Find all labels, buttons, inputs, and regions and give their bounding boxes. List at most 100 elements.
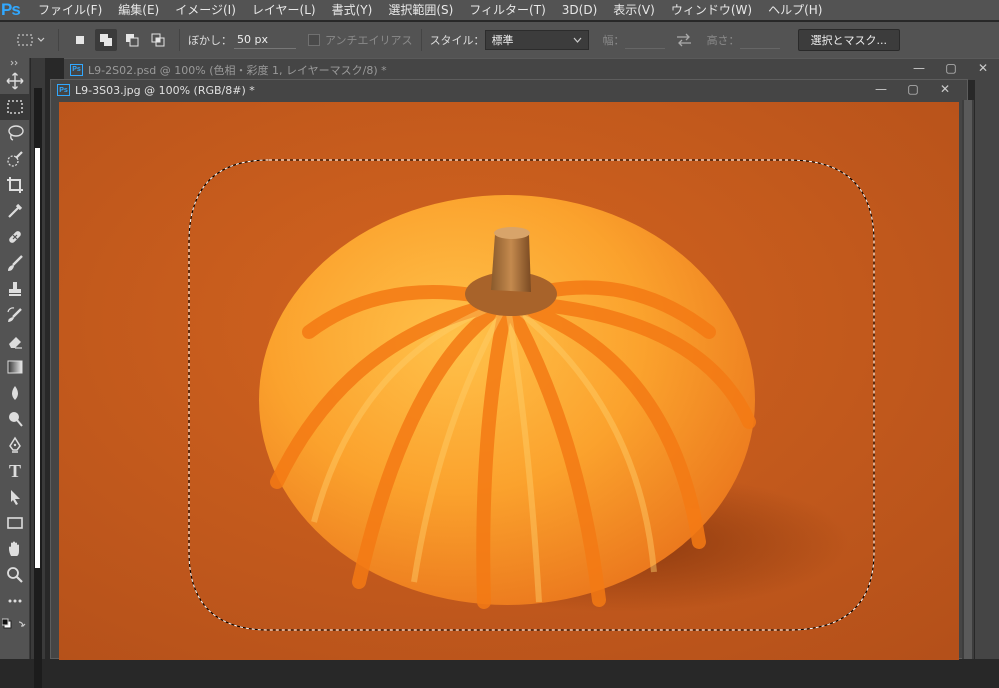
- vertical-scrollbar[interactable]: [962, 100, 974, 659]
- tool-rectangular-marquee[interactable]: [0, 94, 30, 120]
- tool-clone-stamp[interactable]: [0, 276, 30, 302]
- gradient-icon: [7, 360, 23, 374]
- tool-healing-brush[interactable]: [0, 224, 30, 250]
- rectangular-marquee-icon: [7, 100, 23, 114]
- panel-collapse-handle[interactable]: [0, 58, 29, 68]
- menu-layer[interactable]: レイヤー(L): [244, 0, 324, 20]
- width-input[interactable]: [624, 31, 665, 49]
- lasso-icon: [8, 125, 24, 141]
- menu-edit[interactable]: 編集(E): [110, 0, 167, 20]
- style-value: 標準: [491, 34, 514, 47]
- tool-path-selection[interactable]: [0, 484, 30, 510]
- tool-pen[interactable]: [0, 432, 30, 458]
- tool-preset-picker[interactable]: [14, 29, 48, 51]
- height-label: 高さ：: [706, 34, 740, 47]
- hand-icon: [9, 541, 19, 556]
- height-input[interactable]: [739, 31, 780, 49]
- menu-file[interactable]: ファイル(F): [24, 0, 110, 20]
- workspace-gap: [31, 58, 45, 688]
- subtract-from-selection-button[interactable]: [121, 29, 143, 51]
- tool-brush[interactable]: [0, 250, 30, 276]
- background-canvas-highlight: [35, 148, 40, 568]
- chevron-down-icon: [573, 37, 582, 43]
- menu-type[interactable]: 書式(Y): [324, 0, 381, 20]
- antialias-label: アンチエイリアス: [325, 34, 413, 47]
- tool-crop[interactable]: [0, 172, 30, 198]
- tool-dodge[interactable]: [0, 406, 30, 432]
- feather-input[interactable]: 50 px: [234, 31, 296, 49]
- maximize-button[interactable]: ▢: [935, 59, 967, 77]
- tools-panel: T: [0, 58, 30, 659]
- path-selection-icon: [11, 490, 20, 505]
- tool-type[interactable]: T: [0, 458, 30, 484]
- maximize-button[interactable]: ▢: [897, 80, 929, 98]
- close-button[interactable]: ✕: [967, 59, 999, 77]
- color-swatches[interactable]: [0, 614, 30, 640]
- subtract-from-selection-icon: [126, 34, 139, 47]
- marquee-preset-icon: [17, 34, 45, 46]
- tool-more[interactable]: [0, 588, 30, 614]
- intersect-selection-button[interactable]: [147, 29, 169, 51]
- minimize-button[interactable]: —: [865, 80, 897, 98]
- more-tools-icon: [8, 599, 22, 603]
- select-and-mask-button[interactable]: 選択とマスク...: [797, 29, 901, 51]
- document-titlebar[interactable]: Ps L9-3S03.jpg @ 100% (RGB/8#) * — ▢ ✕: [51, 80, 967, 100]
- tool-history-brush[interactable]: [0, 302, 30, 328]
- minimize-button[interactable]: —: [903, 59, 935, 77]
- ps-document-icon: Ps: [70, 63, 83, 76]
- rectangle-icon: [7, 517, 23, 529]
- menu-3d[interactable]: 3D(D): [554, 0, 605, 20]
- tool-eraser[interactable]: [0, 328, 30, 354]
- tool-gradient[interactable]: [0, 354, 30, 380]
- scrollbar-thumb[interactable]: [964, 100, 972, 659]
- new-selection-button[interactable]: [69, 29, 91, 51]
- new-selection-icon: [76, 36, 84, 44]
- crop-icon: [7, 177, 23, 193]
- tool-rectangle[interactable]: [0, 510, 30, 536]
- eyedropper-icon: [8, 203, 23, 218]
- quick-selection-icon: [7, 151, 23, 167]
- tool-lasso[interactable]: [0, 120, 30, 146]
- healing-brush-icon: [9, 231, 21, 243]
- tool-move[interactable]: [0, 68, 30, 94]
- blur-icon: [12, 386, 18, 400]
- tool-hand[interactable]: [0, 536, 30, 562]
- feather-label: ぼかし：: [188, 34, 232, 47]
- divider: [58, 29, 59, 51]
- menu-image[interactable]: イメージ(I): [167, 0, 244, 20]
- menu-window[interactable]: ウィンドウ(W): [663, 0, 760, 20]
- divider: [420, 29, 422, 51]
- swap-icon[interactable]: [675, 33, 693, 47]
- clone-stamp-icon: [9, 282, 21, 296]
- eraser-icon: [9, 337, 22, 349]
- document-title-front[interactable]: L9-3S03.jpg @ 100% (RGB/8#) *: [75, 84, 255, 97]
- menu-select[interactable]: 選択範囲(S): [380, 0, 461, 20]
- menu-help[interactable]: ヘルプ(H): [760, 0, 830, 20]
- style-select[interactable]: 標準: [484, 30, 589, 50]
- move-icon: [6, 72, 24, 90]
- add-to-selection-button[interactable]: [95, 29, 117, 51]
- tool-eyedropper[interactable]: [0, 198, 30, 224]
- history-brush-icon: [7, 307, 22, 322]
- tool-quick-selection[interactable]: [0, 146, 30, 172]
- app-logo: Ps: [1, 0, 21, 19]
- type-icon: T: [8, 460, 21, 481]
- tool-blur[interactable]: [0, 380, 30, 406]
- menu-view[interactable]: 表示(V): [605, 0, 663, 20]
- double-chevron-icon: [10, 60, 18, 66]
- document-window-front[interactable]: Ps L9-3S03.jpg @ 100% (RGB/8#) * — ▢ ✕: [50, 79, 968, 660]
- antialias-checkbox[interactable]: [308, 34, 320, 46]
- menu-bar: Ps ファイル(F) 編集(E) イメージ(I) レイヤー(L) 書式(Y) 選…: [0, 0, 999, 20]
- menu-filter[interactable]: フィルター(T): [461, 0, 553, 20]
- color-swatches-icon: [2, 618, 26, 629]
- document-title-back[interactable]: L9-2S02.psd @ 100% (色相・彩度 1, レイヤーマスク/8) …: [88, 62, 387, 78]
- options-bar: ぼかし： 50 px アンチエイリアス スタイル： 標準 幅： 高さ： 選択とマ…: [0, 22, 999, 58]
- swap-arrows-icon: [676, 33, 691, 47]
- panel-dock-edge: [975, 80, 999, 659]
- dodge-icon: [9, 412, 23, 427]
- tool-zoom[interactable]: [0, 562, 30, 588]
- pumpkin-photo: [59, 102, 959, 660]
- image-canvas[interactable]: [59, 102, 959, 660]
- document-window-back[interactable]: Ps L9-2S02.psd @ 100% (色相・彩度 1, レイヤーマスク/…: [64, 58, 999, 80]
- close-button[interactable]: ✕: [929, 80, 961, 98]
